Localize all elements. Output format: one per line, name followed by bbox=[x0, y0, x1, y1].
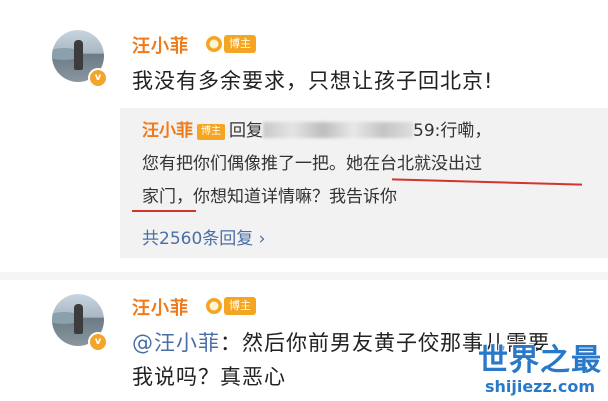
blogger-tag: 博主 bbox=[224, 297, 256, 315]
medal-icon bbox=[206, 298, 222, 314]
post-text: 我没有多余要求，只想让孩子回北京! bbox=[132, 69, 494, 93]
divider bbox=[0, 272, 608, 280]
mention-link[interactable]: @汪小菲 bbox=[132, 331, 220, 355]
reply-suffix: 59:行嘞， bbox=[413, 121, 492, 141]
reply-line-2: 您有把你们偶像推了一把。她在台北就没出过 bbox=[142, 154, 482, 174]
reply-blogger-tag: 博主 bbox=[197, 124, 225, 140]
redacted-username bbox=[263, 122, 413, 138]
red-underline-1 bbox=[392, 178, 582, 186]
verified-badge-icon: v bbox=[88, 68, 108, 88]
watermark: 世界之最 shijiezz.com bbox=[478, 344, 602, 396]
blogger-tag: 博主 bbox=[224, 35, 256, 53]
reply-line-1: 汪小菲 博主 回复 59:行嘞， bbox=[142, 118, 491, 144]
reply-preview[interactable]: 汪小菲 博主 回复 59:行嘞， 您有把你们偶像推了一把。她在台北就没出过 家门，你想… bbox=[120, 108, 608, 258]
username[interactable]: 汪小菲 bbox=[132, 294, 189, 320]
reply-word: 回复 bbox=[229, 121, 263, 141]
watermark-domain: shijiezz.com bbox=[484, 377, 596, 396]
watermark-title: 世界之最 bbox=[478, 343, 602, 378]
username[interactable]: 汪小菲 bbox=[132, 32, 189, 58]
post-text-line-2: 我说吗？真恶心 bbox=[132, 365, 286, 389]
verified-badge-icon: v bbox=[88, 332, 108, 352]
reply-line-3: 家门，你想知道详情嘛？我告诉你 bbox=[142, 187, 397, 207]
more-replies-link[interactable]: 共2560条回复 › bbox=[142, 224, 265, 249]
reply-username[interactable]: 汪小菲 bbox=[142, 121, 193, 141]
post-1: v 汪小菲 博主 我没有多余要求，只想让孩子回北京! 汪小菲 博主 回复 59:行嘞，… bbox=[0, 0, 608, 272]
medal-icon bbox=[206, 36, 222, 52]
red-underline-2 bbox=[132, 210, 196, 212]
